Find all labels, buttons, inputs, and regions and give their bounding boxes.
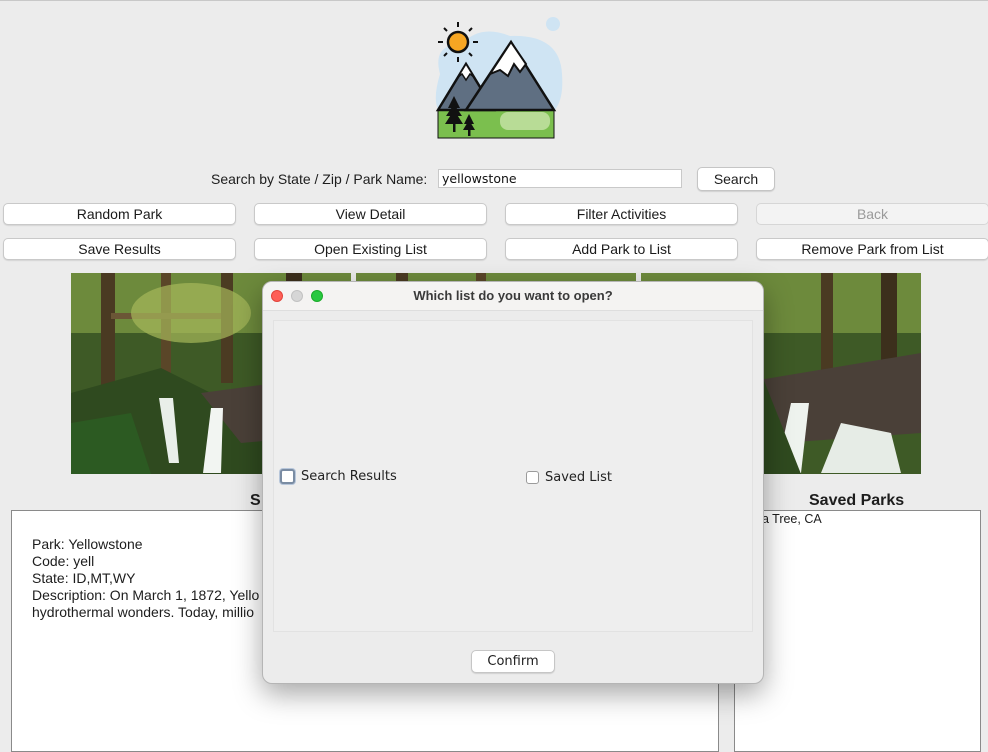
info-line: Description: On March 1, 1872, Yello: [32, 587, 260, 603]
saved-park-item[interactable]: ua Tree, CA: [755, 512, 822, 526]
saved-parks-title: Saved Parks: [809, 492, 905, 509]
open-list-dialog: Which list do you want to open? Search R…: [262, 281, 764, 684]
random-park-button[interactable]: Random Park: [3, 203, 236, 225]
confirm-button[interactable]: Confirm: [471, 650, 555, 673]
search-results-option[interactable]: Search Results: [280, 469, 397, 484]
dialog-content: Search Results Saved List: [273, 320, 753, 632]
view-detail-button[interactable]: View Detail: [254, 203, 487, 225]
back-button: Back: [756, 203, 988, 225]
dialog-title: Which list do you want to open?: [413, 288, 613, 303]
dialog-titlebar[interactable]: Which list do you want to open?: [263, 282, 763, 311]
saved-parks-panel: ua Tree, CA: [734, 510, 981, 752]
search-results-checkbox[interactable]: [280, 469, 295, 484]
add-park-to-list-button[interactable]: Add Park to List: [505, 238, 738, 260]
panel-title-left: S: [250, 492, 261, 509]
search-button[interactable]: Search: [697, 167, 775, 191]
app-logo: [420, 14, 570, 142]
saved-list-checkbox[interactable]: [526, 471, 539, 484]
search-label: Search by State / Zip / Park Name:: [211, 171, 428, 187]
info-line: Code: yell: [32, 553, 95, 569]
search-results-label: Search Results: [301, 469, 397, 484]
info-line: Park: Yellowstone: [32, 536, 143, 552]
open-existing-list-button[interactable]: Open Existing List: [254, 238, 487, 260]
park-info-text: Park: Yellowstone Code: yell State: ID,MT,…: [32, 536, 259, 621]
remove-park-from-list-button[interactable]: Remove Park from List: [756, 238, 988, 260]
saved-list-option[interactable]: Saved List: [526, 470, 612, 485]
saved-list-label: Saved List: [545, 470, 613, 485]
filter-activities-button[interactable]: Filter Activities: [505, 203, 738, 225]
search-input[interactable]: [438, 169, 682, 188]
window-top-border: [0, 0, 988, 1]
save-results-button[interactable]: Save Results: [3, 238, 236, 260]
info-line: hydrothermal wonders. Today, millio: [32, 604, 255, 620]
info-line: State: ID,MT,WY: [32, 570, 136, 586]
